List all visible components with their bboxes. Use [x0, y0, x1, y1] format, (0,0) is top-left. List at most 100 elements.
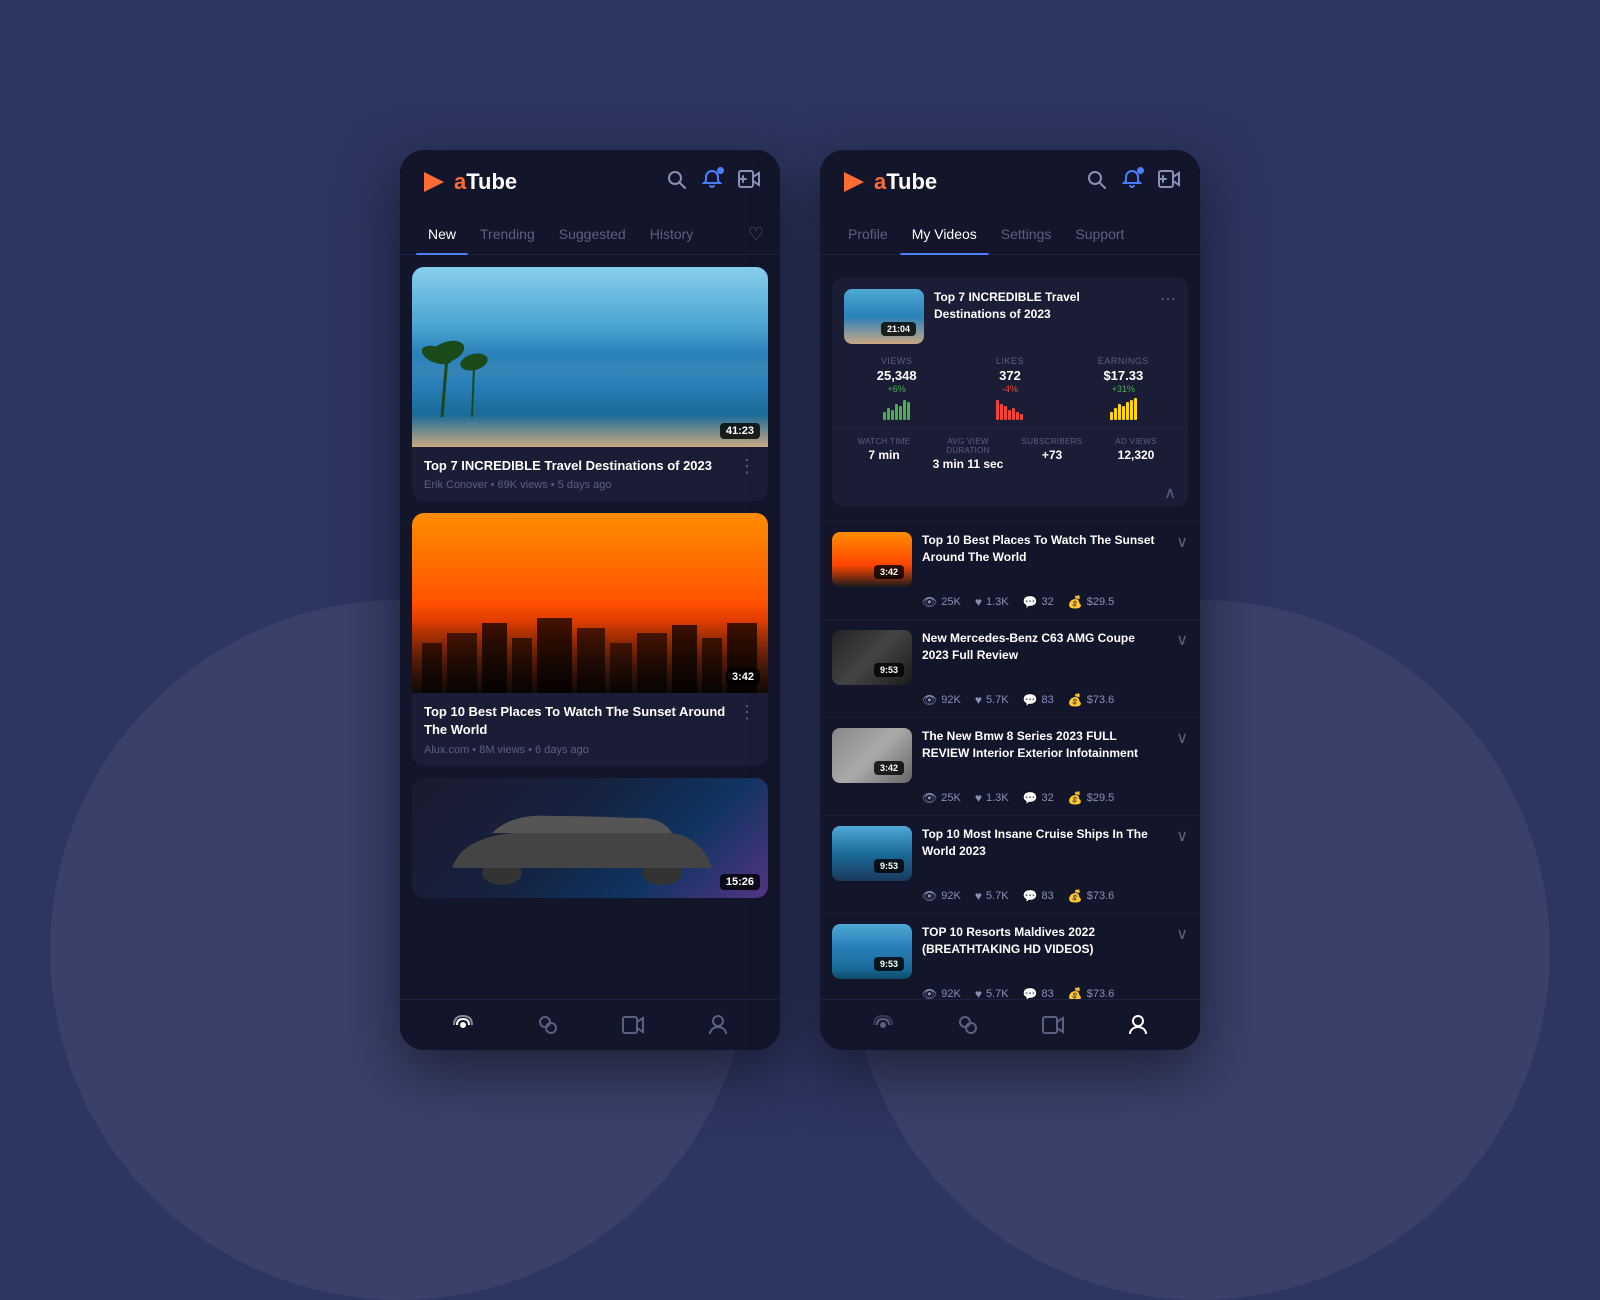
right-bottom-nav-video[interactable]: [1010, 1014, 1095, 1036]
right-logo-text: aTube: [874, 169, 937, 195]
add-video-icon[interactable]: [738, 170, 760, 194]
stat-views-5: 👁 92K: [922, 987, 961, 999]
video-more-2[interactable]: ⋮: [730, 703, 756, 721]
favorites-icon[interactable]: ♡: [748, 224, 764, 245]
right-search-icon[interactable]: [1086, 169, 1106, 195]
video-duration-1: 41:23: [720, 423, 760, 439]
tab-support[interactable]: Support: [1063, 214, 1136, 254]
video-more-1[interactable]: ⋮: [730, 457, 756, 475]
stat-comments-3: 💬 32: [1023, 791, 1054, 805]
stat-views-value: 25,348: [844, 368, 949, 383]
video-row-2-duration: 9:53: [874, 663, 904, 677]
heart-icon-5: ♥: [975, 987, 982, 999]
video-card-2[interactable]: 3:42 Top 10 Best Places To Watch The Sun…: [412, 513, 768, 765]
expanded-more-icon[interactable]: ⋯: [1160, 289, 1176, 344]
expanded-video-card: 21:04 Top 7 INCREDIBLE Travel Destinatio…: [832, 277, 1188, 507]
eye-icon-2: 👁: [922, 693, 937, 707]
video-row-4: 9:53 Top 10 Most Insane Cruise Ships In …: [820, 816, 1200, 914]
stat-earnings-5: 💰 $73.6: [1068, 987, 1114, 999]
video-info-1: Top 7 INCREDIBLE Travel Destinations of …: [412, 447, 768, 501]
right-header-icons: [1086, 169, 1180, 195]
left-nav-tabs: New Trending Suggested History ♡: [400, 214, 780, 255]
tab-my-videos[interactable]: My Videos: [900, 214, 989, 254]
tab-settings[interactable]: Settings: [989, 214, 1064, 254]
my-videos-list: 21:04 Top 7 INCREDIBLE Travel Destinatio…: [820, 255, 1200, 999]
tab-new[interactable]: New: [416, 214, 468, 254]
video-row-4-chevron[interactable]: ∨: [1170, 826, 1188, 846]
video-row-2-chevron[interactable]: ∨: [1170, 630, 1188, 650]
video-row-5-thumb: 9:53: [832, 924, 912, 979]
bottom-nav-video[interactable]: [590, 1014, 675, 1036]
video-card-3[interactable]: 15:26: [412, 778, 768, 898]
eye-icon-1: 👁: [922, 595, 937, 609]
video-row-2-title: New Mercedes-Benz C63 AMG Coupe 2023 Ful…: [922, 630, 1160, 664]
right-bottom-nav-explore[interactable]: [925, 1014, 1010, 1036]
video-duration-3: 15:26: [720, 874, 760, 890]
expanded-top: 21:04 Top 7 INCREDIBLE Travel Destinatio…: [832, 277, 1188, 356]
video-title-1: Top 7 INCREDIBLE Travel Destinations of …: [424, 457, 712, 475]
left-header-icons: [666, 169, 760, 195]
expanded-duration: 21:04: [881, 322, 916, 336]
stat-views-change: +6%: [844, 384, 949, 394]
stat-likes: LIKES 372 -4%: [957, 356, 1062, 420]
stat-earnings-4: 💰 $73.6: [1068, 889, 1114, 903]
stat-likes-value: 372: [957, 368, 1062, 383]
right-content: 21:04 Top 7 INCREDIBLE Travel Destinatio…: [820, 255, 1200, 999]
video-meta-2: Alux.com • 8M views • 6 days ago: [424, 744, 730, 756]
notification-icon[interactable]: [702, 169, 722, 195]
city-skyline-decoration: [412, 613, 768, 693]
stat-likes-change: -4%: [957, 384, 1062, 394]
stat-earnings-label: EARNINGS: [1071, 356, 1176, 366]
video-row-1-chevron[interactable]: ∨: [1170, 532, 1188, 552]
stat-earnings-2: 💰 $73.6: [1068, 693, 1114, 707]
stat-subscribers: SUBSCRIBERS +73: [1012, 437, 1092, 471]
stat-earnings-value: $17.33: [1071, 368, 1176, 383]
earnings-mini-chart: [1071, 396, 1176, 420]
video-row-4-thumb: 9:53: [832, 826, 912, 881]
video-duration-2: 3:42: [726, 669, 760, 685]
video-row-5-chevron[interactable]: ∨: [1170, 924, 1188, 944]
left-screen: aTube: [400, 150, 780, 1050]
stat-comments-1: 💬 32: [1023, 595, 1054, 609]
tab-history[interactable]: History: [638, 214, 706, 254]
expanded-stats-grid: VIEWS 25,348 +6%: [832, 356, 1188, 428]
video-row-1-title: Top 10 Best Places To Watch The Sunset A…: [922, 532, 1160, 566]
right-logo-play-icon: [840, 168, 868, 196]
video-row-3-duration: 3:42: [874, 761, 904, 775]
search-icon[interactable]: [666, 169, 686, 195]
stat-comments-5: 💬 83: [1023, 987, 1054, 999]
eye-icon-5: 👁: [922, 987, 937, 999]
right-bottom-nav-broadcast[interactable]: [840, 1014, 925, 1036]
video-row-5-top: 9:53 TOP 10 Resorts Maldives 2022 (BREAT…: [832, 924, 1188, 979]
expanded-collapse-chevron[interactable]: ∧: [832, 483, 1188, 507]
stat-views-label: VIEWS: [844, 356, 949, 366]
video-row-1-thumb: 3:42: [832, 532, 912, 587]
bottom-nav-profile[interactable]: [675, 1014, 760, 1036]
palm-trees-decoration: [422, 317, 502, 417]
bottom-nav-broadcast[interactable]: [420, 1014, 505, 1036]
tab-suggested[interactable]: Suggested: [547, 214, 638, 254]
expanded-video-row: 21:04 Top 7 INCREDIBLE Travel Destinatio…: [820, 263, 1200, 522]
stat-likes-5: ♥ 5.7K: [975, 987, 1009, 999]
bottom-nav-explore[interactable]: [505, 1014, 590, 1036]
left-logo: aTube: [420, 168, 666, 196]
right-add-video-icon[interactable]: [1158, 170, 1180, 194]
right-notification-icon[interactable]: [1122, 169, 1142, 195]
stat-views: VIEWS 25,348 +6%: [844, 356, 949, 420]
stat-earnings-3: 💰 $29.5: [1068, 791, 1114, 805]
stat-likes-1: ♥ 1.3K: [975, 595, 1009, 609]
video-card-1[interactable]: 41:23 Top 7 INCREDIBLE Travel Destinatio…: [412, 267, 768, 501]
eye-icon-4: 👁: [922, 889, 937, 903]
video-thumb-3: 15:26: [412, 778, 768, 898]
stat-likes-3: ♥ 1.3K: [975, 791, 1009, 805]
tab-profile[interactable]: Profile: [836, 214, 900, 254]
tab-trending[interactable]: Trending: [468, 214, 547, 254]
stat-earnings-change: +31%: [1071, 384, 1176, 394]
expanded-thumb: 21:04: [844, 289, 924, 344]
right-bottom-nav-profile[interactable]: [1095, 1014, 1180, 1036]
expanded-title: Top 7 INCREDIBLE Travel Destinations of …: [934, 289, 1150, 323]
comment-icon-4: 💬: [1023, 889, 1038, 903]
video-row-1-top: 3:42 Top 10 Best Places To Watch The Sun…: [832, 532, 1188, 587]
comment-icon-3: 💬: [1023, 791, 1038, 805]
video-row-3-chevron[interactable]: ∨: [1170, 728, 1188, 748]
